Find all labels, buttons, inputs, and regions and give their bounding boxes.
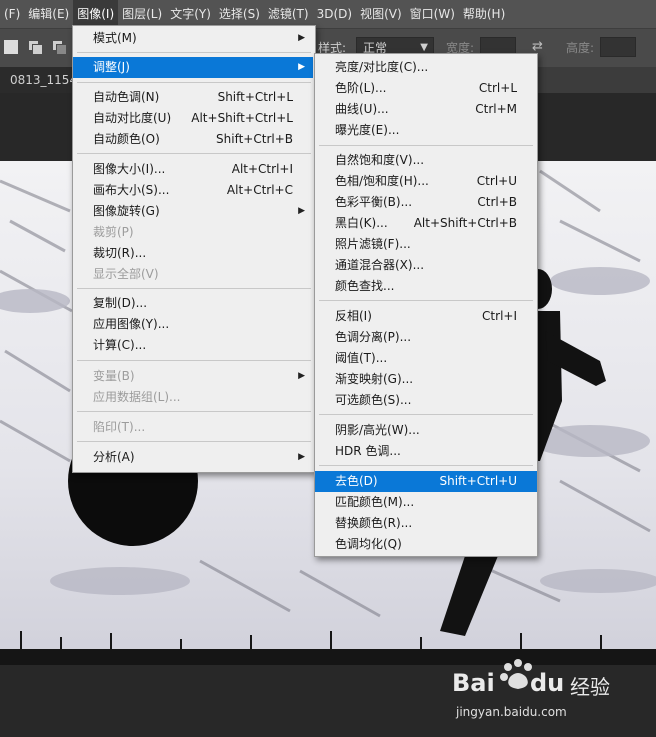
- menu-item-posterize[interactable]: 色调分离(P)...: [315, 327, 537, 348]
- adjustments-submenu: 亮度/对比度(C)... 色阶(L)... Ctrl+L 曲线(U)... Ctrl…: [314, 53, 538, 557]
- menu-layer[interactable]: 图层(L): [118, 0, 166, 28]
- menu-item-crop[interactable]: 裁剪(P): [73, 222, 313, 243]
- menu-item-auto-color[interactable]: 自动颜色(O) Shift+Ctrl+B: [73, 129, 313, 150]
- new-selection-icon[interactable]: [4, 40, 18, 54]
- menu-item-apply-image[interactable]: 应用图像(Y)...: [73, 314, 313, 335]
- menubar: (F) 编辑(E) 图像(I) 图层(L) 文字(Y) 选择(S) 滤镜(T) …: [0, 0, 656, 28]
- menu-item-invert[interactable]: 反相(I) Ctrl+I: [315, 306, 537, 327]
- menu-item-apply-data-set[interactable]: 应用数据组(L)...: [73, 387, 313, 408]
- subtract-selection-icon[interactable]: [52, 40, 67, 55]
- menu-item-trap[interactable]: 陷印(T)...: [73, 417, 313, 438]
- menu-item-black-white[interactable]: 黑白(K)... Alt+Shift+Ctrl+B: [315, 213, 537, 234]
- menu-item-trim[interactable]: 裁切(R)...: [73, 243, 313, 264]
- menu-window[interactable]: 窗口(W): [406, 0, 459, 28]
- menu-item-brightness-contrast[interactable]: 亮度/对比度(C)...: [315, 57, 537, 78]
- watermark-url: jingyan.baidu.com: [456, 705, 567, 719]
- menu-type[interactable]: 文字(Y): [166, 0, 215, 28]
- menu-item-curves[interactable]: 曲线(U)... Ctrl+M: [315, 99, 537, 120]
- menu-filter[interactable]: 滤镜(T): [264, 0, 313, 28]
- menu-item-variables[interactable]: 变量(B) ▶: [73, 366, 313, 387]
- baidu-jingyan-watermark: Bai du 经验 jingyan.baidu.com: [448, 655, 628, 725]
- menu-item-image-rotation[interactable]: 图像旋转(G) ▶: [73, 201, 313, 222]
- menu-item-hue-saturation[interactable]: 色相/饱和度(H)... Ctrl+U: [315, 171, 537, 192]
- menu-view[interactable]: 视图(V): [356, 0, 406, 28]
- swap-icon[interactable]: ⇄: [532, 39, 543, 54]
- watermark-suffix: 经验: [570, 675, 610, 699]
- menu-item-replace-color[interactable]: 替换颜色(R)...: [315, 513, 537, 534]
- add-selection-icon[interactable]: [28, 40, 43, 55]
- menu-item-desaturate[interactable]: 去色(D) Shift+Ctrl+U: [315, 471, 537, 492]
- menu-file[interactable]: (F): [0, 0, 24, 28]
- menu-edit[interactable]: 编辑(E): [24, 0, 73, 28]
- menu-item-threshold[interactable]: 阈值(T)...: [315, 348, 537, 369]
- height-field[interactable]: [600, 37, 636, 57]
- menu-item-levels[interactable]: 色阶(L)... Ctrl+L: [315, 78, 537, 99]
- menu-select[interactable]: 选择(S): [215, 0, 264, 28]
- menu-item-image-size[interactable]: 图像大小(I)... Alt+Ctrl+I: [73, 159, 313, 180]
- menu-item-auto-contrast[interactable]: 自动对比度(U) Alt+Shift+Ctrl+L: [73, 108, 313, 129]
- menu-item-channel-mixer[interactable]: 通道混合器(X)...: [315, 255, 537, 276]
- menu-item-shadows-highlights[interactable]: 阴影/高光(W)...: [315, 420, 537, 441]
- height-label: 高度:: [566, 41, 595, 55]
- menu-help[interactable]: 帮助(H): [459, 0, 509, 28]
- menu-item-canvas-size[interactable]: 画布大小(S)... Alt+Ctrl+C: [73, 180, 313, 201]
- menu-item-color-lookup[interactable]: 颜色查找...: [315, 276, 537, 297]
- submenu-arrow-icon: ▶: [298, 62, 305, 72]
- menu-item-selective-color[interactable]: 可选颜色(S)...: [315, 390, 537, 411]
- watermark-brand2: du: [530, 669, 565, 697]
- menu-item-exposure[interactable]: 曝光度(E)...: [315, 120, 537, 141]
- menu-item-vibrance[interactable]: 自然饱和度(V)...: [315, 150, 537, 171]
- image-menu: 模式(M) ▶ 调整(J) ▶ 自动色调(N) Shift+Ctrl+L 自动对比度(…: [72, 25, 316, 473]
- menu-item-hdr-toning[interactable]: HDR 色调...: [315, 441, 537, 462]
- submenu-arrow-icon: ▶: [298, 452, 305, 462]
- menu-item-gradient-map[interactable]: 渐变映射(G)...: [315, 369, 537, 390]
- submenu-arrow-icon: ▶: [298, 33, 305, 43]
- menu-item-mode[interactable]: 模式(M) ▶: [73, 28, 313, 49]
- menu-item-reveal-all[interactable]: 显示全部(V): [73, 264, 313, 285]
- watermark-brand: Bai: [452, 669, 495, 697]
- menu-image[interactable]: 图像(I): [73, 0, 119, 28]
- menu-item-calculations[interactable]: 计算(C)...: [73, 335, 313, 356]
- menu-item-match-color[interactable]: 匹配颜色(M)...: [315, 492, 537, 513]
- menu-item-duplicate[interactable]: 复制(D)...: [73, 293, 313, 314]
- submenu-arrow-icon: ▶: [298, 371, 305, 381]
- menu-item-photo-filter[interactable]: 照片滤镜(F)...: [315, 234, 537, 255]
- menu-item-analysis[interactable]: 分析(A) ▶: [73, 447, 313, 468]
- menu-item-auto-tone[interactable]: 自动色调(N) Shift+Ctrl+L: [73, 87, 313, 108]
- menu-3d[interactable]: 3D(D): [313, 0, 356, 28]
- submenu-arrow-icon: ▶: [298, 206, 305, 216]
- menu-item-color-balance[interactable]: 色彩平衡(B)... Ctrl+B: [315, 192, 537, 213]
- menu-item-equalize[interactable]: 色调均化(Q): [315, 534, 537, 555]
- menu-item-adjustments[interactable]: 调整(J) ▶: [73, 57, 313, 78]
